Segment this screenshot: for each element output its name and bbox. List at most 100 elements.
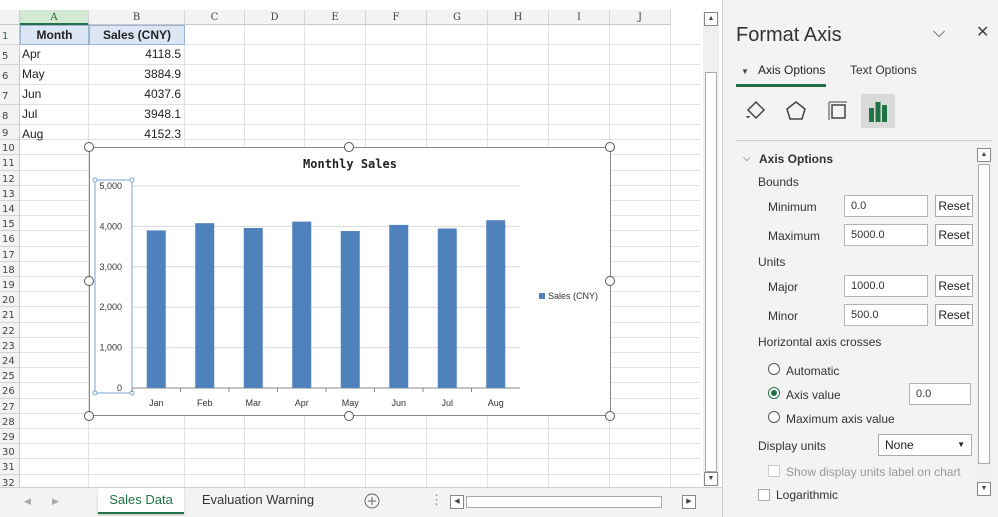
column-header[interactable]: I [549,10,610,25]
major-reset-button[interactable]: Reset [935,275,973,297]
row-header[interactable]: 14 [0,201,20,217]
minor-reset-button[interactable]: Reset [935,304,973,326]
row-header[interactable]: 19 [0,277,20,293]
row-header[interactable]: 9 [0,125,20,141]
row-header[interactable]: 23 [0,337,20,353]
scroll-right-icon[interactable]: ▶ [682,495,696,509]
row-header[interactable]: 13 [0,185,20,201]
vertical-scrollbar[interactable]: ▲ ▼ [703,12,719,486]
maximum-input[interactable]: 5000.0 [844,224,928,246]
column-header[interactable]: J [610,10,671,25]
cell-sales[interactable]: 4037.6 [89,85,185,105]
chart-resize-handle-tl[interactable] [84,142,94,152]
row-header[interactable]: 17 [0,246,20,262]
column-header[interactable]: D [245,10,305,25]
display-units-select[interactable]: None ▼ [878,434,972,456]
column-header[interactable]: A [20,10,89,25]
column-header[interactable]: H [488,10,549,25]
cell-month[interactable]: Aug [20,125,89,145]
close-icon[interactable]: ✕ [976,22,989,42]
splitter-handle-icon[interactable]: ⋮ [430,492,443,508]
select-all-corner[interactable] [0,10,20,25]
chevron-down-icon[interactable]: ⌵ [933,24,945,42]
row-header[interactable]: 1 [0,25,20,45]
chart-resize-handle-mr[interactable] [605,276,615,286]
row-header[interactable]: 16 [0,231,20,247]
axis-value-input[interactable]: 0.0 [909,383,971,405]
minor-input[interactable]: 500.0 [844,304,928,326]
radio-automatic[interactable] [768,363,780,375]
cell-month[interactable]: Apr [20,45,89,65]
cell-sales[interactable]: 4118.5 [89,45,185,65]
chart-resize-handle-ml[interactable] [84,276,94,286]
logarithmic-checkbox[interactable] [758,489,770,501]
tab-text-options[interactable]: Text Options [850,63,917,77]
section-axis-options[interactable]: Axis Options [759,152,833,166]
header-cell-sales[interactable]: Sales (CNY) [89,25,185,45]
chart-area[interactable]: Monthly Sales 0 1,000 2,000 3,000 4,000 5,000 J… [89,147,611,416]
major-input[interactable]: 1000.0 [844,275,928,297]
scroll-up-icon[interactable]: ▲ [704,12,718,26]
row-header[interactable]: 11 [0,155,20,171]
column-header[interactable]: C [185,10,245,25]
row-header[interactable]: 22 [0,322,20,338]
tab-prev-icon[interactable]: ◀ [24,496,31,507]
hscroll-thumb[interactable] [466,496,662,508]
row-header[interactable]: 8 [0,105,20,125]
minimum-input[interactable]: 0.0 [844,195,928,217]
scroll-down-icon[interactable]: ▼ [704,472,718,486]
cell-sales[interactable]: 4152.3 [89,125,185,145]
plus-circle-icon[interactable] [364,493,380,509]
automatic-label[interactable]: Automatic [786,364,839,378]
header-cell-month[interactable]: Month [20,25,89,45]
pane-scrollbar[interactable]: ▲ ▼ [976,148,992,496]
row-header[interactable]: 27 [0,398,20,414]
row-header[interactable]: 30 [0,444,20,460]
maximum-reset-button[interactable]: Reset [935,224,973,246]
pentagon-icon[interactable] [781,96,811,126]
maximum-axis-label[interactable]: Maximum axis value [786,412,895,426]
cell-month[interactable]: Jul [20,105,89,125]
row-header[interactable]: 29 [0,429,20,445]
size-properties-icon[interactable] [823,96,853,126]
pane-scroll-thumb[interactable] [978,164,990,464]
paint-bucket-icon[interactable] [740,96,770,126]
tab-axis-options[interactable]: Axis Options [758,63,825,77]
row-header[interactable]: 7 [0,85,20,105]
row-header[interactable]: 18 [0,261,20,277]
tab-evaluation-warning[interactable]: Evaluation Warning [190,488,326,514]
column-header[interactable]: G [427,10,488,25]
axis-value-label[interactable]: Axis value [786,388,841,402]
tab-next-icon[interactable]: ▶ [52,496,59,507]
scroll-thumb[interactable] [705,72,717,472]
cell-month[interactable]: Jun [20,85,89,105]
row-header[interactable]: 25 [0,368,20,384]
chart-resize-handle-tr[interactable] [605,142,615,152]
row-header[interactable]: 15 [0,216,20,232]
show-units-label[interactable]: Show display units label on chart [786,465,961,479]
row-header[interactable]: 10 [0,140,20,156]
section-collapse-icon[interactable]: ⌵ [743,153,751,164]
tab-sales-data[interactable]: Sales Data [98,488,184,514]
minimum-reset-button[interactable]: Reset [935,195,973,217]
row-header[interactable]: 6 [0,65,20,85]
row-header[interactable]: 12 [0,170,20,186]
pane-scroll-down-icon[interactable]: ▼ [977,482,991,496]
cell-sales[interactable]: 3884.9 [89,65,185,85]
row-header[interactable]: 20 [0,292,20,308]
row-header[interactable]: 21 [0,307,20,323]
radio-axis-value[interactable] [768,387,780,399]
row-header[interactable]: 24 [0,353,20,369]
row-header[interactable]: 26 [0,383,20,399]
chart-resize-handle-br[interactable] [605,411,615,421]
radio-maximum-axis-value[interactable] [768,411,780,423]
bar-chart-icon[interactable] [863,96,893,126]
column-header[interactable]: B [89,10,185,25]
horizontal-scrollbar[interactable]: ◀ ▶ [450,495,696,509]
pane-scroll-up-icon[interactable]: ▲ [977,148,991,162]
chart-resize-handle-tm[interactable] [344,142,354,152]
scroll-left-icon[interactable]: ◀ [450,495,464,509]
row-header[interactable]: 5 [0,45,20,65]
chart-resize-handle-bm[interactable] [344,411,354,421]
show-units-checkbox[interactable] [768,465,780,477]
